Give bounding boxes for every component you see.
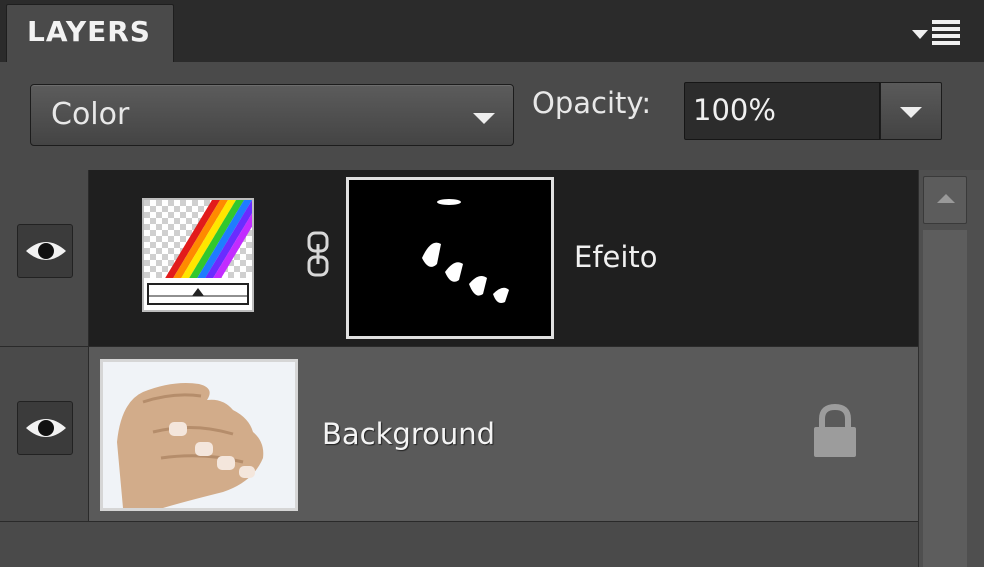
link-icon[interactable] <box>304 230 332 282</box>
chevron-down-icon <box>473 113 495 124</box>
tab-layers-label: LAYERS <box>27 15 151 48</box>
layer-row-background[interactable]: Background <box>0 346 918 522</box>
opacity-value: 100% <box>693 93 776 127</box>
scroll-up-button[interactable] <box>923 176 967 224</box>
layer-row-efeito[interactable]: Efeito <box>0 170 918 346</box>
layer-controls: Color Opacity: 100% <box>0 62 984 170</box>
scroll-track[interactable] <box>923 230 967 567</box>
panel-tab-bar: LAYERS <box>0 0 984 62</box>
eye-icon[interactable] <box>17 401 73 455</box>
tab-layers[interactable]: LAYERS <box>6 4 174 62</box>
lock-icon[interactable] <box>810 403 860 463</box>
visibility-column <box>0 170 89 346</box>
opacity-dropdown-button[interactable] <box>880 82 942 140</box>
eye-icon[interactable] <box>17 224 73 278</box>
layers-list: Efeito Background <box>0 170 918 567</box>
panel-menu-icon[interactable] <box>912 16 966 52</box>
blend-mode-value: Color <box>51 97 130 132</box>
opacity-field[interactable]: 100% <box>684 82 880 140</box>
menu-lines-icon <box>932 20 960 48</box>
layer-name[interactable]: Background <box>322 417 495 451</box>
layer-name[interactable]: Efeito <box>574 240 658 274</box>
layer-thumbnail[interactable] <box>100 359 298 511</box>
gradient-map-icon[interactable] <box>142 198 254 312</box>
menu-arrow-icon <box>912 30 928 39</box>
chevron-up-icon <box>937 194 955 203</box>
opacity-label: Opacity: <box>532 86 652 120</box>
blend-mode-dropdown[interactable]: Color <box>30 84 514 146</box>
visibility-column <box>0 347 89 521</box>
layers-scrollbar[interactable] <box>918 170 984 567</box>
chevron-down-icon <box>900 107 922 118</box>
layer-mask-icon[interactable] <box>346 177 554 339</box>
